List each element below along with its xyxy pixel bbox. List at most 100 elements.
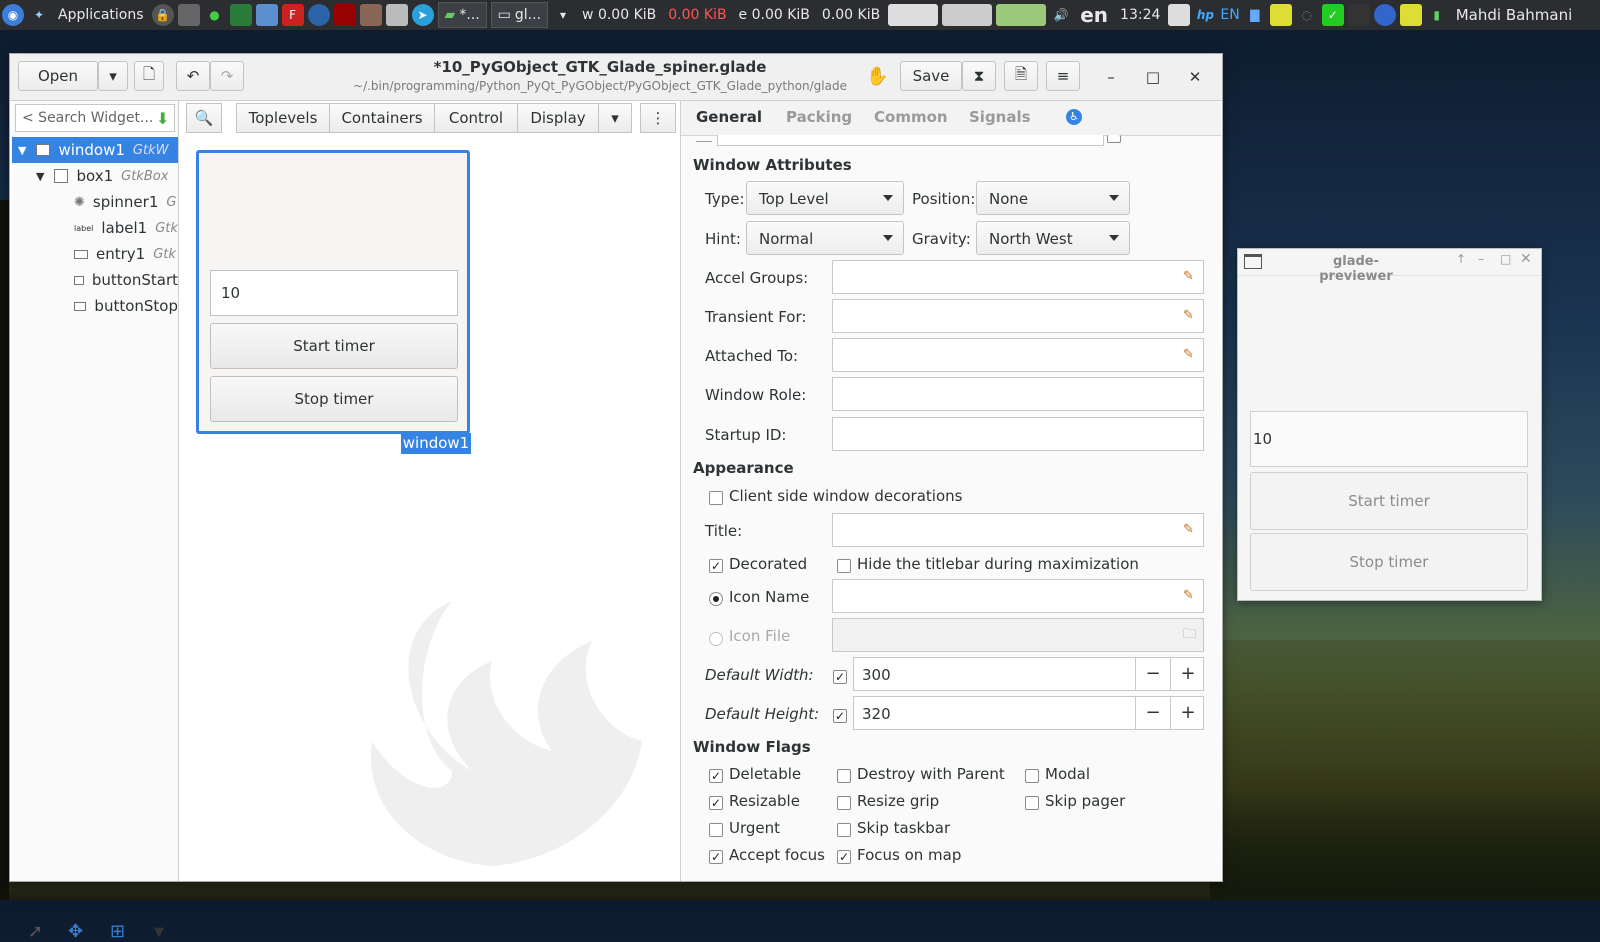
books-icon[interactable] xyxy=(359,4,382,26)
previewer-stop-button[interactable]: Stop timer xyxy=(1250,533,1528,591)
taskbar-task-glade-edit[interactable]: ▰ *... xyxy=(437,2,487,28)
gravity-combo[interactable]: North West xyxy=(976,221,1130,255)
minimize-button[interactable]: – xyxy=(1102,68,1120,86)
partial-composite-check[interactable] xyxy=(1107,135,1121,143)
partial-id-field[interactable] xyxy=(717,135,1104,146)
edit-icon[interactable]: ✎ xyxy=(1183,347,1197,362)
palette-tab-display[interactable]: Display xyxy=(517,103,599,133)
tab-common[interactable]: Common xyxy=(874,108,948,126)
notes-icon[interactable] xyxy=(385,4,408,26)
accel-groups-field[interactable]: ✎ xyxy=(832,260,1204,294)
layout-indicator[interactable]: en xyxy=(1080,3,1108,27)
attached-to-field[interactable]: ✎ xyxy=(832,338,1204,372)
minimize-icon[interactable]: – xyxy=(1478,252,1484,266)
pin-icon[interactable]: ↑ xyxy=(1456,252,1466,266)
tree-row-label1[interactable]: label label1 Gtk xyxy=(12,215,178,241)
workspace-1[interactable] xyxy=(888,4,939,26)
edit-icon[interactable]: ✎ xyxy=(1183,588,1197,603)
tray-app-icon[interactable] xyxy=(1347,4,1370,26)
tree-row-entry1[interactable]: entry1 Gtk xyxy=(12,241,178,267)
notes-tray-icon[interactable] xyxy=(1269,4,1292,26)
workspace-2[interactable] xyxy=(942,4,993,26)
clock[interactable]: 13:24 xyxy=(1120,7,1160,23)
focus-on-map-checkbox[interactable]: ✓ xyxy=(837,850,851,864)
increment-button[interactable]: + xyxy=(1170,658,1205,690)
palette-menu-button[interactable]: ⋮ xyxy=(640,103,676,133)
csd-checkbox[interactable] xyxy=(709,491,723,505)
save-button[interactable]: Save xyxy=(900,61,962,91)
update-tray-icon[interactable] xyxy=(1373,4,1396,26)
tree-row-buttonstart[interactable]: buttonStart xyxy=(12,267,178,293)
search-widget-input[interactable]: < Search Widget... xyxy=(15,104,175,132)
applications-menu[interactable]: Applications xyxy=(58,7,144,23)
design-entry1[interactable]: 10 xyxy=(210,270,458,316)
close-button[interactable]: ✕ xyxy=(1186,68,1204,86)
icon-file-radio[interactable] xyxy=(709,632,723,646)
chart-tray-icon[interactable]: ▇ xyxy=(1244,4,1266,26)
destroy-with-parent-checkbox[interactable] xyxy=(837,769,851,783)
undo-button[interactable]: ↶ xyxy=(176,61,210,91)
tree-row-box1[interactable]: ▼ box1 GtkBox xyxy=(12,163,178,189)
telegram-icon[interactable]: ➤ xyxy=(411,4,434,26)
tab-general[interactable]: General xyxy=(696,108,762,126)
download-arrow-icon[interactable]: ⬇ xyxy=(156,109,169,128)
default-width-spin[interactable]: 300 − + xyxy=(853,657,1204,691)
palette-tab-toplevels[interactable]: Toplevels xyxy=(236,103,330,133)
previewer-start-button[interactable]: Start timer xyxy=(1250,472,1528,530)
launcher-pycharm-icon[interactable] xyxy=(229,4,252,26)
maximize-icon[interactable]: □ xyxy=(1500,252,1511,266)
maximize-button[interactable]: □ xyxy=(1144,68,1162,86)
resizable-checkbox[interactable]: ✓ xyxy=(709,796,723,810)
palette-more-button[interactable]: ▾ xyxy=(598,103,632,133)
edit-icon[interactable]: ✎ xyxy=(1183,308,1197,323)
default-height-checkbox[interactable]: ✓ xyxy=(833,709,847,723)
launcher-icon[interactable] xyxy=(177,4,200,26)
kb-layout[interactable]: EN xyxy=(1220,7,1239,23)
preview-button[interactable]: 🗎 xyxy=(1004,61,1038,91)
edit-tray-icon[interactable] xyxy=(1399,4,1422,26)
lock-icon[interactable]: 🔒 xyxy=(151,4,174,26)
tree-row-buttonstop[interactable]: buttonStop xyxy=(12,293,178,319)
design-window1[interactable]: 10 Start timer Stop timer xyxy=(196,150,470,434)
open-dropdown-button[interactable]: ▾ xyxy=(98,61,128,91)
user-name[interactable]: Mahdi Bahmani xyxy=(1456,6,1573,24)
title-field[interactable]: ✎ xyxy=(832,513,1204,547)
design-button-stop[interactable]: Stop timer xyxy=(210,376,458,422)
redo-button[interactable]: ↷ xyxy=(210,61,244,91)
decrement-button[interactable]: − xyxy=(1135,697,1170,729)
expander-icon[interactable]: ▼ xyxy=(36,170,44,183)
taskbar-task-glade[interactable]: ▭ gl... xyxy=(490,2,549,28)
window-role-field[interactable] xyxy=(832,377,1204,411)
applications-icon[interactable]: ✦ xyxy=(28,4,50,26)
hp-icon[interactable]: hp xyxy=(1194,4,1216,26)
decrement-button[interactable]: − xyxy=(1135,658,1170,690)
open-button[interactable]: Open xyxy=(18,61,98,91)
modal-checkbox[interactable] xyxy=(1025,769,1039,783)
type-combo[interactable]: Top Level xyxy=(746,181,904,215)
icon-name-radio[interactable] xyxy=(709,592,723,606)
check-tray-icon[interactable]: ✓ xyxy=(1321,4,1344,26)
folder-icon[interactable]: 🗀 xyxy=(1183,627,1197,642)
close-icon[interactable]: ✕ xyxy=(1520,251,1532,267)
menu-button[interactable]: ≡ xyxy=(1046,61,1080,91)
transient-for-field[interactable]: ✎ xyxy=(832,299,1204,333)
palette-search-button[interactable]: 🔍 xyxy=(186,103,222,133)
edit-icon[interactable]: ✎ xyxy=(1183,522,1197,537)
default-height-spin[interactable]: 320 − + xyxy=(853,696,1204,730)
skip-pager-checkbox[interactable] xyxy=(1025,796,1039,810)
browser-icon[interactable] xyxy=(307,4,330,26)
position-combo[interactable]: None xyxy=(976,181,1130,215)
accept-focus-checkbox[interactable]: ✓ xyxy=(709,850,723,864)
margin-edit-icon[interactable]: ⊞ xyxy=(110,921,125,942)
startup-id-field[interactable] xyxy=(832,417,1204,451)
hand-icon[interactable]: ✋ xyxy=(866,66,888,87)
accessibility-icon[interactable]: ♿ xyxy=(1066,109,1082,125)
new-file-button[interactable]: 🗋 xyxy=(134,61,164,91)
task-dropdown-icon[interactable]: ▾ xyxy=(552,4,574,26)
icon-name-field[interactable]: ✎ xyxy=(832,579,1204,613)
chevron-down-icon[interactable]: ▼ xyxy=(154,925,164,940)
expander-icon[interactable]: ▼ xyxy=(18,144,26,157)
filezilla-icon[interactable]: F xyxy=(281,4,304,26)
palette-tab-containers[interactable]: Containers xyxy=(329,103,435,133)
hide-titlebar-checkbox[interactable] xyxy=(837,559,851,573)
